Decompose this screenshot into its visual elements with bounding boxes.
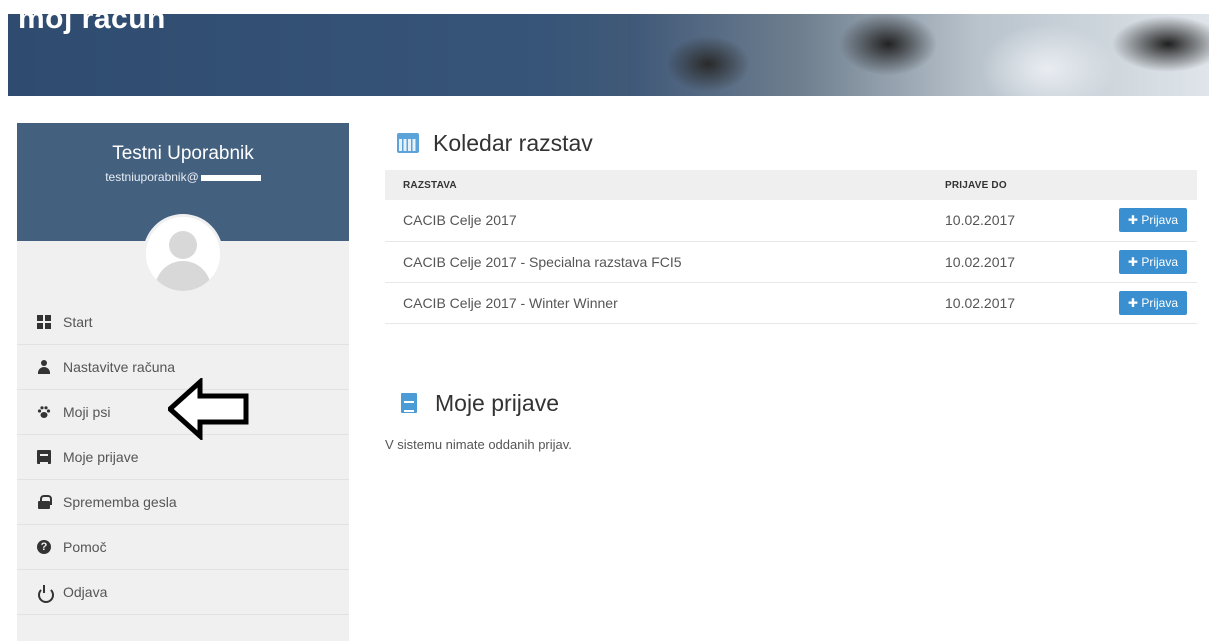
plus-icon: ✚	[1127, 213, 1142, 228]
show-name: CACIB Celje 2017 - Specialna razstava FC…	[385, 241, 927, 283]
sidebar-menu: Start Nastavitve računa Moji psi Moje pr…	[17, 300, 349, 615]
sidebar-item-label: Start	[63, 314, 93, 330]
registrations-section: Moje prijave V sistemu nimate oddanih pr…	[385, 383, 1197, 453]
table-row: CACIB Celje 2017 - Specialna razstava FC…	[385, 241, 1197, 283]
column-header-action	[1077, 170, 1197, 200]
calendar-icon	[397, 133, 419, 153]
calendar-section: Koledar razstav RAZSTAVA PRIJAVE DO CACI…	[385, 123, 1197, 324]
profile-email-text: testniuporabnik@	[105, 170, 199, 184]
sidebar-item-label: Odjava	[63, 584, 108, 600]
calendar-heading: Koledar razstav	[385, 123, 1197, 163]
action-cell: ✚ Prijava	[1077, 200, 1197, 242]
header-banner: moj račun	[8, 14, 1209, 96]
plus-icon: ✚	[1127, 295, 1142, 310]
profile-name: Testni Uporabnik	[112, 143, 254, 164]
show-name: CACIB Celje 2017	[385, 200, 927, 242]
register-button-label: Prijava	[1141, 254, 1178, 269]
plus-icon: ✚	[1127, 254, 1142, 269]
register-button-label: Prijava	[1141, 295, 1178, 310]
sidebar-item-help[interactable]: ? Pomoč	[17, 525, 349, 570]
table-header-row: RAZSTAVA PRIJAVE DO	[385, 170, 1197, 200]
lock-icon	[37, 495, 52, 509]
register-button[interactable]: ✚ Prijava	[1118, 208, 1187, 233]
sidebar-item-change-password[interactable]: Sprememba gesla	[17, 480, 349, 525]
sidebar-item-logout[interactable]: Odjava	[17, 570, 349, 615]
page-title: moj račun	[18, 14, 166, 35]
sidebar-item-start[interactable]: Start	[17, 300, 349, 345]
avatar[interactable]	[143, 214, 223, 294]
windows-icon	[37, 315, 51, 329]
show-name: CACIB Celje 2017 - Winter Winner	[385, 282, 927, 324]
register-button[interactable]: ✚ Prijava	[1118, 290, 1187, 315]
column-header-deadline: PRIJAVE DO	[927, 170, 1077, 200]
show-deadline: 10.02.2017	[927, 241, 1077, 283]
shows-table: RAZSTAVA PRIJAVE DO CACIB Celje 2017 10.…	[385, 170, 1197, 324]
sidebar-item-label: Pomoč	[63, 539, 107, 555]
action-cell: ✚ Prijava	[1077, 241, 1197, 283]
sidebar-item-label: Nastavitve računa	[63, 359, 176, 375]
registrations-heading: Moje prijave	[385, 383, 1197, 423]
sidebar-item-label: Moji psi	[63, 404, 111, 420]
banner-photo	[628, 14, 1209, 96]
column-header-show: RAZSTAVA	[385, 170, 927, 200]
profile-email: testniuporabnik@	[17, 170, 349, 184]
help-icon: ?	[37, 540, 51, 554]
document-icon	[37, 450, 51, 464]
register-button-label: Prijava	[1141, 213, 1178, 228]
show-deadline: 10.02.2017	[927, 282, 1077, 324]
registrations-title: Moje prijave	[435, 389, 559, 416]
show-deadline: 10.02.2017	[927, 200, 1077, 242]
avatar-body	[155, 261, 211, 291]
power-icon	[37, 585, 54, 603]
empty-registrations-text: V sistemu nimate oddanih prijav.	[385, 437, 572, 452]
register-button[interactable]: ✚ Prijava	[1118, 249, 1187, 274]
action-cell: ✚ Prijava	[1077, 282, 1197, 324]
user-icon	[37, 360, 51, 374]
document-icon	[401, 393, 417, 413]
calendar-title: Koledar razstav	[433, 129, 593, 156]
sidebar-item-label: Sprememba gesla	[63, 494, 177, 510]
annotation-arrow-icon	[168, 378, 249, 440]
paw-icon	[37, 405, 51, 419]
table-row: CACIB Celje 2017 - Winter Winner 10.02.2…	[385, 282, 1197, 324]
table-row: CACIB Celje 2017 10.02.2017 ✚ Prijava	[385, 200, 1197, 242]
sidebar-item-label: Moje prijave	[63, 449, 139, 465]
redacted-email-domain	[200, 174, 261, 181]
avatar-head	[169, 231, 197, 259]
sidebar-item-my-registrations[interactable]: Moje prijave	[17, 435, 349, 480]
